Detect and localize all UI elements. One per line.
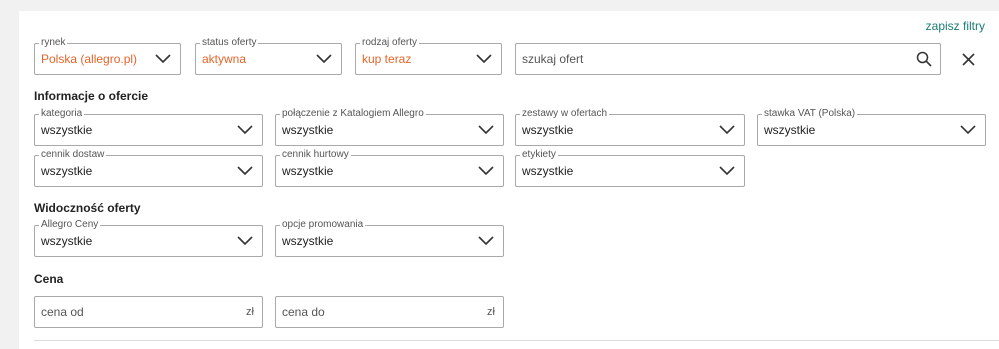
bundles-value: wszystkie <box>522 123 574 137</box>
shipping-rates-value: wszystkie <box>41 164 93 178</box>
catalog-link-select[interactable]: połączenie z Katalogiem Allegro wszystki… <box>275 108 504 146</box>
chevron-down-icon <box>155 54 171 64</box>
chevron-down-icon <box>476 54 492 64</box>
allegro-prices-select[interactable]: Allegro Ceny wszystkie <box>34 219 263 257</box>
price-from-input[interactable]: cena od zł <box>34 296 263 328</box>
offer-status-select[interactable]: status oferty aktywna <box>195 37 342 75</box>
shipping-rates-select[interactable]: cennik dostaw wszystkie <box>34 149 263 187</box>
catalog-link-legend: połączenie z Katalogiem Allegro <box>280 108 426 120</box>
search-input[interactable]: szukaj ofert <box>515 43 941 75</box>
allegro-prices-value: wszystkie <box>41 234 93 248</box>
promotion-options-legend: opcje promowania <box>280 219 366 231</box>
offer-status-legend: status oferty <box>200 37 259 49</box>
currency-unit: zł <box>487 306 495 318</box>
vat-rate-value: wszystkie <box>764 123 816 137</box>
price-from-placeholder: cena od <box>41 305 84 319</box>
offer-type-select[interactable]: rodzaj oferty kup teraz <box>355 37 502 75</box>
price-to-input[interactable]: cena do zł <box>275 296 504 328</box>
section-offer-info-heading: Informacje o ofercie <box>34 89 149 103</box>
close-icon[interactable] <box>962 53 975 71</box>
wholesale-prices-legend: cennik hurtowy <box>280 149 351 161</box>
offer-status-value: aktywna <box>202 52 247 66</box>
section-visibility-heading: Widoczność oferty <box>34 201 141 215</box>
chevron-down-icon <box>960 125 976 135</box>
market-legend: rynek <box>39 37 68 49</box>
category-select[interactable]: kategoria wszystkie <box>34 108 263 146</box>
chevron-down-icon <box>237 236 253 246</box>
catalog-link-value: wszystkie <box>282 123 334 137</box>
chevron-down-icon <box>719 166 735 176</box>
promotion-options-value: wszystkie <box>282 234 334 248</box>
bundles-legend: zestawy w ofertach <box>520 108 610 120</box>
market-value: Polska (allegro.pl) <box>41 52 138 66</box>
labels-value: wszystkie <box>522 164 574 178</box>
category-legend: kategoria <box>39 108 85 120</box>
labels-legend: etykiety <box>520 149 558 161</box>
wholesale-prices-select[interactable]: cennik hurtowy wszystkie <box>275 149 504 187</box>
chevron-down-icon <box>237 125 253 135</box>
chevron-down-icon <box>478 166 494 176</box>
wholesale-prices-value: wszystkie <box>282 164 334 178</box>
vat-rate-select[interactable]: stawka VAT (Polska) wszystkie <box>757 108 986 146</box>
section-price-heading: Cena <box>34 272 64 286</box>
bundles-select[interactable]: zestawy w ofertach wszystkie <box>515 108 745 146</box>
offer-type-value: kup teraz <box>362 52 412 66</box>
chevron-down-icon <box>478 236 494 246</box>
chevron-down-icon <box>237 166 253 176</box>
market-select[interactable]: rynek Polska (allegro.pl) <box>34 37 181 75</box>
labels-select[interactable]: etykiety wszystkie <box>515 149 745 187</box>
category-value: wszystkie <box>41 123 93 137</box>
price-to-placeholder: cena do <box>282 305 325 319</box>
save-filters-link[interactable]: zapisz filtry <box>926 19 985 33</box>
search-placeholder: szukaj ofert <box>522 52 584 66</box>
offer-type-legend: rodzaj oferty <box>360 37 420 49</box>
promotion-options-select[interactable]: opcje promowania wszystkie <box>275 219 504 257</box>
chevron-down-icon <box>719 125 735 135</box>
allegro-prices-legend: Allegro Ceny <box>39 219 101 231</box>
divider <box>34 340 999 341</box>
filters-panel: zapisz filtry rynek Polska (allegro.pl) … <box>19 11 999 349</box>
chevron-down-icon <box>478 125 494 135</box>
currency-unit: zł <box>246 306 254 318</box>
shipping-rates-legend: cennik dostaw <box>39 149 107 161</box>
chevron-down-icon <box>316 54 332 64</box>
vat-rate-legend: stawka VAT (Polska) <box>762 108 858 120</box>
search-icon[interactable] <box>916 51 932 72</box>
